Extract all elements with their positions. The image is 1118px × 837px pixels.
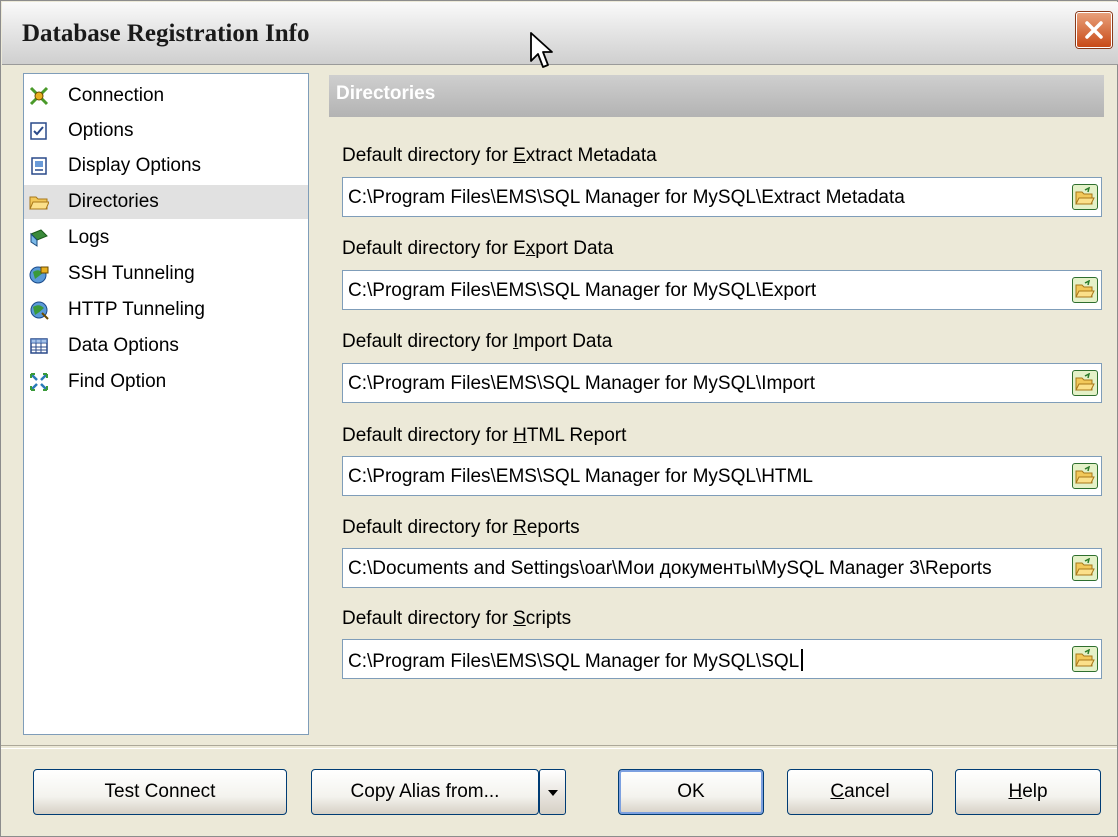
path-value: C:\Program Files\EMS\SQL Manager for MyS… xyxy=(348,466,813,487)
http-tunneling-icon xyxy=(30,301,49,320)
sidebar-item-label: SSH Tunneling xyxy=(68,263,195,284)
label-text: TML Report xyxy=(526,425,627,446)
html-report-label: Default directory for HTML Report xyxy=(342,425,626,447)
sidebar-item-label: HTTP Tunneling xyxy=(68,299,205,320)
browse-button[interactable] xyxy=(1072,555,1098,581)
logs-icon xyxy=(30,229,48,247)
label-text: Default directory for xyxy=(342,145,514,166)
browse-button[interactable] xyxy=(1072,184,1098,210)
help-label: elp xyxy=(1022,781,1048,802)
label-text: Default directory for xyxy=(342,608,514,629)
sidebar-item-options[interactable]: Options xyxy=(24,114,308,148)
mouse-pointer-icon xyxy=(530,32,553,68)
label-text: mport Data xyxy=(518,331,613,352)
sidebar-item-data-options[interactable]: Data Options xyxy=(24,329,308,363)
help-access-key: H xyxy=(1008,781,1023,802)
import-data-path-input[interactable]: C:\Program Files\EMS\SQL Manager for MyS… xyxy=(342,363,1102,403)
close-icon xyxy=(1085,21,1103,39)
sidebar-nav: Connection Options Display Options Direc… xyxy=(23,73,309,735)
extract-metadata-path-input[interactable]: C:\Program Files\EMS\SQL Manager for MyS… xyxy=(342,177,1102,217)
scripts-path-input[interactable]: C:\Program Files\EMS\SQL Manager for MyS… xyxy=(342,639,1102,679)
open-folder-icon xyxy=(1075,373,1095,391)
path-value: C:\Documents and Settings\oar\Мои докуме… xyxy=(348,558,992,579)
browse-button[interactable] xyxy=(1072,277,1098,303)
label-access-key: H xyxy=(513,425,527,446)
open-folder-icon xyxy=(1075,558,1095,576)
cancel-button[interactable]: Cancel xyxy=(787,769,933,815)
cancel-label: ancel xyxy=(844,781,890,802)
sidebar-item-label: Data Options xyxy=(68,335,179,356)
open-folder-icon xyxy=(1075,649,1095,667)
path-value-text: C:\Program Files\EMS\SQL Manager for MyS… xyxy=(348,651,800,672)
sidebar-item-find-option[interactable]: Find Option xyxy=(24,365,308,399)
browse-button[interactable] xyxy=(1072,646,1098,672)
title-bar[interactable]: Database Registration Info xyxy=(2,2,1118,65)
find-option-icon xyxy=(30,373,48,391)
extract-metadata-label: Default directory for Extract Metadata xyxy=(342,145,657,167)
reports-label: Default directory for Reports xyxy=(342,517,580,539)
reports-path-input[interactable]: C:\Documents and Settings\oar\Мои докуме… xyxy=(342,548,1102,588)
sidebar-item-directories[interactable]: Directories xyxy=(24,185,308,219)
sidebar-item-label: Display Options xyxy=(68,155,202,176)
sidebar-item-logs[interactable]: Logs xyxy=(24,221,308,255)
label-text: Default directory for xyxy=(342,425,514,446)
folder-icon xyxy=(29,196,49,210)
label-text: port Data xyxy=(535,238,614,259)
export-data-label: Default directory for Export Data xyxy=(342,238,613,260)
label-text: Default directory for xyxy=(342,517,514,538)
path-value: C:\Program Files\EMS\SQL Manager for MyS… xyxy=(348,373,816,394)
help-button[interactable]: Help xyxy=(955,769,1101,815)
text-caret xyxy=(801,649,804,671)
label-access-key: x xyxy=(525,238,536,259)
open-folder-icon xyxy=(1075,187,1095,205)
open-folder-icon xyxy=(1075,280,1095,298)
section-header: Directories xyxy=(329,75,1104,117)
chevron-down-icon xyxy=(548,790,558,796)
import-data-label: Default directory for Import Data xyxy=(342,331,612,353)
path-value: C:\Program Files\EMS\SQL Manager for MyS… xyxy=(348,649,1060,673)
sidebar-item-label: Directories xyxy=(68,191,159,212)
sidebar-item-http-tunneling[interactable]: HTTP Tunneling xyxy=(24,293,308,327)
sidebar-item-ssh-tunneling[interactable]: SSH Tunneling xyxy=(24,257,308,291)
ssh-tunneling-icon xyxy=(29,266,49,284)
path-value: C:\Program Files\EMS\SQL Manager for MyS… xyxy=(348,187,905,208)
label-access-key: R xyxy=(513,517,527,538)
browse-button[interactable] xyxy=(1072,463,1098,489)
sidebar-item-display-options[interactable]: Display Options xyxy=(24,149,308,183)
scripts-label: Default directory for Scripts xyxy=(342,608,571,630)
export-data-path-input[interactable]: C:\Program Files\EMS\SQL Manager for MyS… xyxy=(342,270,1102,310)
label-access-key: S xyxy=(513,608,526,629)
label-text: xtract Metadata xyxy=(525,145,657,166)
open-folder-icon xyxy=(1075,466,1095,484)
section-title: Directories xyxy=(336,83,436,104)
copy-alias-button[interactable]: Copy Alias from... xyxy=(311,769,539,815)
sidebar-item-label: Logs xyxy=(68,227,110,248)
label-text: Default directory for xyxy=(342,331,514,352)
options-icon xyxy=(30,122,47,140)
label-text: cripts xyxy=(525,608,572,629)
ok-button[interactable]: OK xyxy=(618,769,764,815)
connection-icon xyxy=(29,86,49,106)
sidebar-item-label: Find Option xyxy=(68,371,167,392)
data-options-icon xyxy=(30,338,48,354)
sidebar-item-label: Options xyxy=(68,120,134,141)
display-options-icon xyxy=(31,157,47,175)
label-text: Default directory for E xyxy=(342,238,526,259)
label-access-key: E xyxy=(513,145,526,166)
label-text: eports xyxy=(526,517,580,538)
html-report-path-input[interactable]: C:\Program Files\EMS\SQL Manager for MyS… xyxy=(342,456,1102,496)
sidebar-item-label: Connection xyxy=(68,85,165,106)
browse-button[interactable] xyxy=(1072,370,1098,396)
cancel-access-key: C xyxy=(830,781,845,802)
copy-alias-dropdown[interactable] xyxy=(539,769,566,815)
close-button[interactable] xyxy=(1076,12,1112,48)
test-connect-button[interactable]: Test Connect xyxy=(33,769,287,815)
window-title: Database Registration Info xyxy=(22,20,310,47)
separator-line xyxy=(1,745,1117,749)
path-value: C:\Program Files\EMS\SQL Manager for MyS… xyxy=(348,280,817,301)
sidebar-item-connection[interactable]: Connection xyxy=(24,79,308,113)
dialog-window: Database Registration Info Connection Op… xyxy=(0,0,1118,837)
